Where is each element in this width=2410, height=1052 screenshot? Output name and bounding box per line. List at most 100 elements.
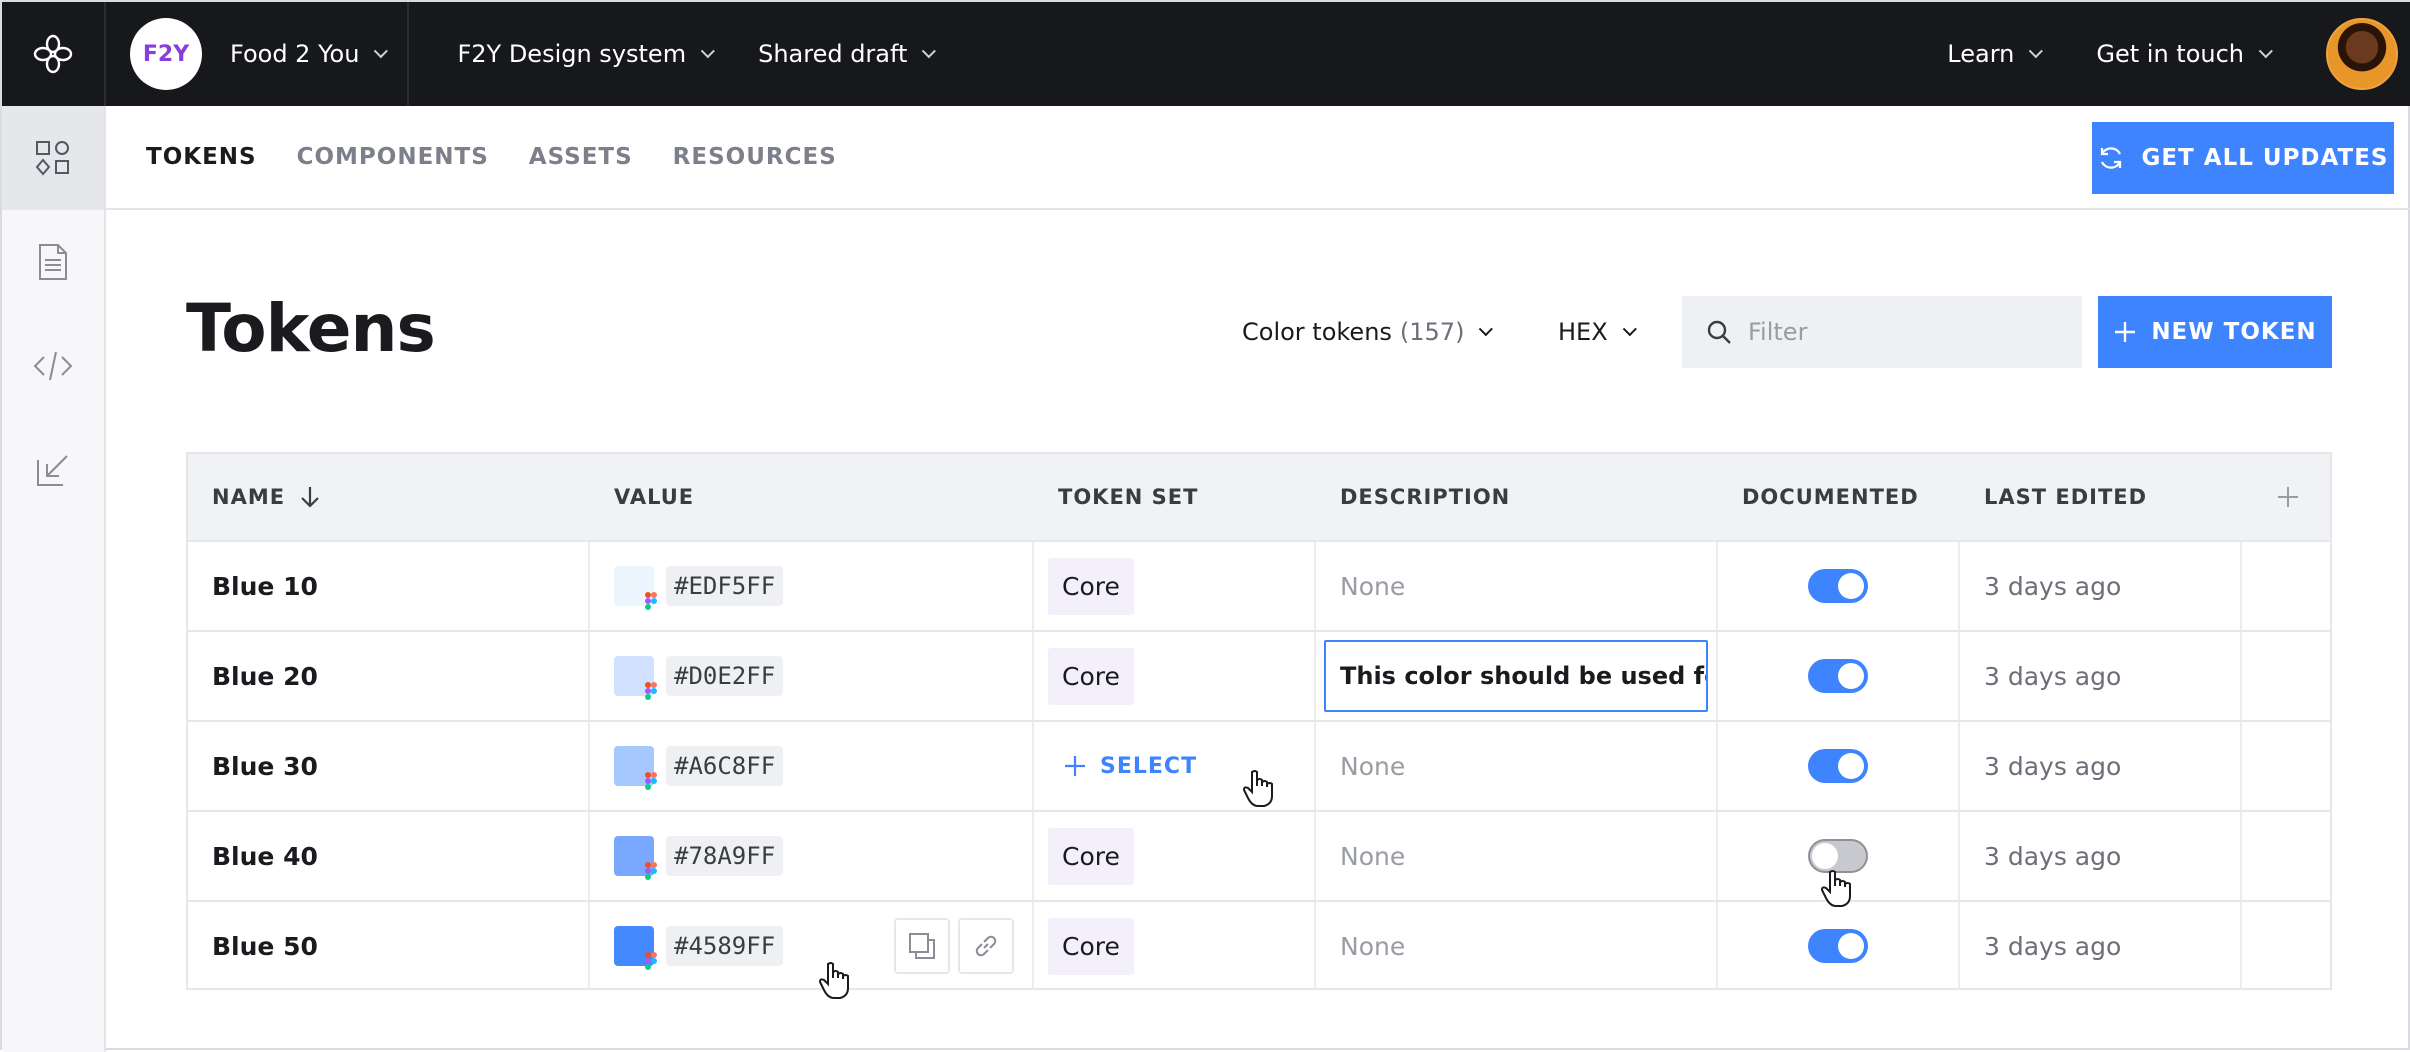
copy-icon <box>909 933 935 959</box>
new-token-label: NEW TOKEN <box>2151 319 2317 345</box>
description-text: This color should be used for <box>1340 662 1708 690</box>
token-name: Blue 50 <box>212 931 318 961</box>
header-name-label: NAME <box>212 485 286 509</box>
token-set-cell[interactable]: Core <box>1048 902 1134 990</box>
description-cell[interactable]: None <box>1340 542 1405 630</box>
sidebar-item-code[interactable] <box>2 314 104 418</box>
tab-assets[interactable]: ASSETS <box>529 144 633 170</box>
description-cell[interactable]: None <box>1340 722 1405 810</box>
token-set-cell[interactable]: Core <box>1048 542 1134 630</box>
copy-link-button[interactable] <box>958 918 1014 974</box>
token-set-cell[interactable]: Core <box>1048 632 1134 720</box>
sidebar-item-import[interactable] <box>2 418 104 522</box>
get-in-touch-dropdown[interactable]: Get in touch <box>2096 40 2273 68</box>
token-type-label: Color tokens <box>1242 318 1392 346</box>
copy-button[interactable] <box>894 918 950 974</box>
workspace-avatar: F2Y <box>130 18 202 90</box>
header-name[interactable]: NAME <box>212 454 321 540</box>
color-swatch[interactable] <box>614 656 657 700</box>
toggle-on <box>1808 929 1868 963</box>
color-swatch[interactable] <box>614 746 657 790</box>
token-set-chip: Core <box>1048 557 1134 615</box>
header-documented: DOCUMENTED <box>1742 485 1919 509</box>
hand-cursor-icon <box>1820 870 1851 907</box>
tab-tokens[interactable]: TOKENS <box>146 144 257 170</box>
draft-dropdown[interactable]: Shared draft <box>758 40 937 68</box>
design-system-label: F2Y Design system <box>457 40 687 68</box>
token-set-chip: Core <box>1048 827 1134 885</box>
last-edited: 3 days ago <box>1984 841 2122 871</box>
filter-input[interactable]: Filter <box>1682 296 2082 368</box>
figma-icon <box>645 862 657 880</box>
select-token-set-button[interactable]: SELECT <box>1064 722 1197 810</box>
header-value: VALUE <box>614 485 695 509</box>
design-system-dropdown[interactable]: F2Y Design system <box>457 40 715 68</box>
sidebar-item-documentation[interactable] <box>2 210 104 314</box>
token-name: Blue 10 <box>212 571 318 601</box>
description-cell[interactable]: None <box>1340 902 1405 990</box>
table-row[interactable]: Blue 40 #78A9FF Core None 3 days ago <box>188 810 2330 900</box>
link-icon <box>975 935 997 957</box>
workspace-switcher[interactable]: F2Y Food 2 You <box>106 2 410 106</box>
search-icon <box>1707 320 1731 344</box>
plus-icon <box>2278 487 2298 507</box>
token-name: Blue 40 <box>212 841 318 871</box>
color-swatch[interactable] <box>614 836 657 880</box>
table-row[interactable]: Blue 10 #EDF5FF Core None 3 days ago <box>188 540 2330 630</box>
app-frame: F2Y Food 2 You F2Y Design system Shared … <box>0 0 2410 1052</box>
token-set-cell[interactable]: Core <box>1048 812 1134 900</box>
add-column-button[interactable] <box>2276 454 2300 540</box>
color-swatch[interactable] <box>614 926 657 970</box>
chevron-down-icon <box>700 44 715 59</box>
import-icon <box>37 455 68 486</box>
toggle-on <box>1808 569 1868 603</box>
document-icon <box>39 244 67 280</box>
token-value: #EDF5FF <box>614 542 784 630</box>
format-dropdown[interactable]: HEX <box>1558 296 1637 368</box>
get-all-updates-button[interactable]: GET ALL UPDATES <box>2092 122 2394 194</box>
chevron-down-icon <box>1479 322 1494 337</box>
token-type-dropdown[interactable]: Color tokens (157) <box>1242 296 1494 368</box>
documented-toggle[interactable] <box>1808 632 1868 720</box>
new-token-button[interactable]: NEW TOKEN <box>2098 296 2332 368</box>
description-cell[interactable]: This color should be used for <box>1324 632 1708 720</box>
table-row[interactable]: Blue 50 #4589FF Core None 3 days ago <box>188 900 2330 990</box>
token-name: Blue 20 <box>212 661 318 691</box>
last-edited: 3 days ago <box>1984 931 2122 961</box>
token-name: Blue 30 <box>212 751 318 781</box>
hex-value: #4589FF <box>666 926 784 966</box>
header-token-set: TOKEN SET <box>1058 485 1199 509</box>
hand-cursor-icon <box>1242 770 1273 807</box>
token-value: #4589FF <box>614 902 784 990</box>
user-avatar[interactable] <box>2326 18 2398 90</box>
sidebar-item-components[interactable] <box>2 106 104 210</box>
plus-icon <box>1065 756 1085 776</box>
learn-label: Learn <box>1947 40 2015 68</box>
hand-cursor-icon <box>818 962 849 999</box>
app-logo[interactable] <box>2 2 106 106</box>
learn-dropdown[interactable]: Learn <box>1947 40 2044 68</box>
draft-label: Shared draft <box>758 40 908 68</box>
chevron-down-icon <box>2029 44 2044 59</box>
top-nav: F2Y Design system Shared draft <box>409 2 937 106</box>
app-logo-icon <box>33 34 73 74</box>
last-edited: 3 days ago <box>1984 661 2122 691</box>
hex-value: #78A9FF <box>666 836 784 876</box>
tab-resources[interactable]: RESOURCES <box>673 144 837 170</box>
description-cell[interactable]: None <box>1340 812 1405 900</box>
description-input[interactable]: This color should be used for <box>1324 640 1708 712</box>
table-row[interactable]: Blue 20 #D0E2FF Core This color should b… <box>188 630 2330 720</box>
documented-toggle[interactable] <box>1808 722 1868 810</box>
color-swatch[interactable] <box>614 566 657 610</box>
documented-toggle[interactable] <box>1808 542 1868 630</box>
chevron-down-icon <box>2258 44 2273 59</box>
top-right-nav: Learn Get in touch <box>1947 2 2410 106</box>
top-bar: F2Y Food 2 You F2Y Design system Shared … <box>2 2 2410 106</box>
token-value: #D0E2FF <box>614 632 784 720</box>
format-label: HEX <box>1558 318 1608 346</box>
token-count: (157) <box>1399 318 1465 346</box>
tab-components[interactable]: COMPONENTS <box>297 144 489 170</box>
documented-toggle[interactable] <box>1808 902 1868 990</box>
figma-icon <box>645 772 657 790</box>
chevron-down-icon <box>374 44 389 59</box>
